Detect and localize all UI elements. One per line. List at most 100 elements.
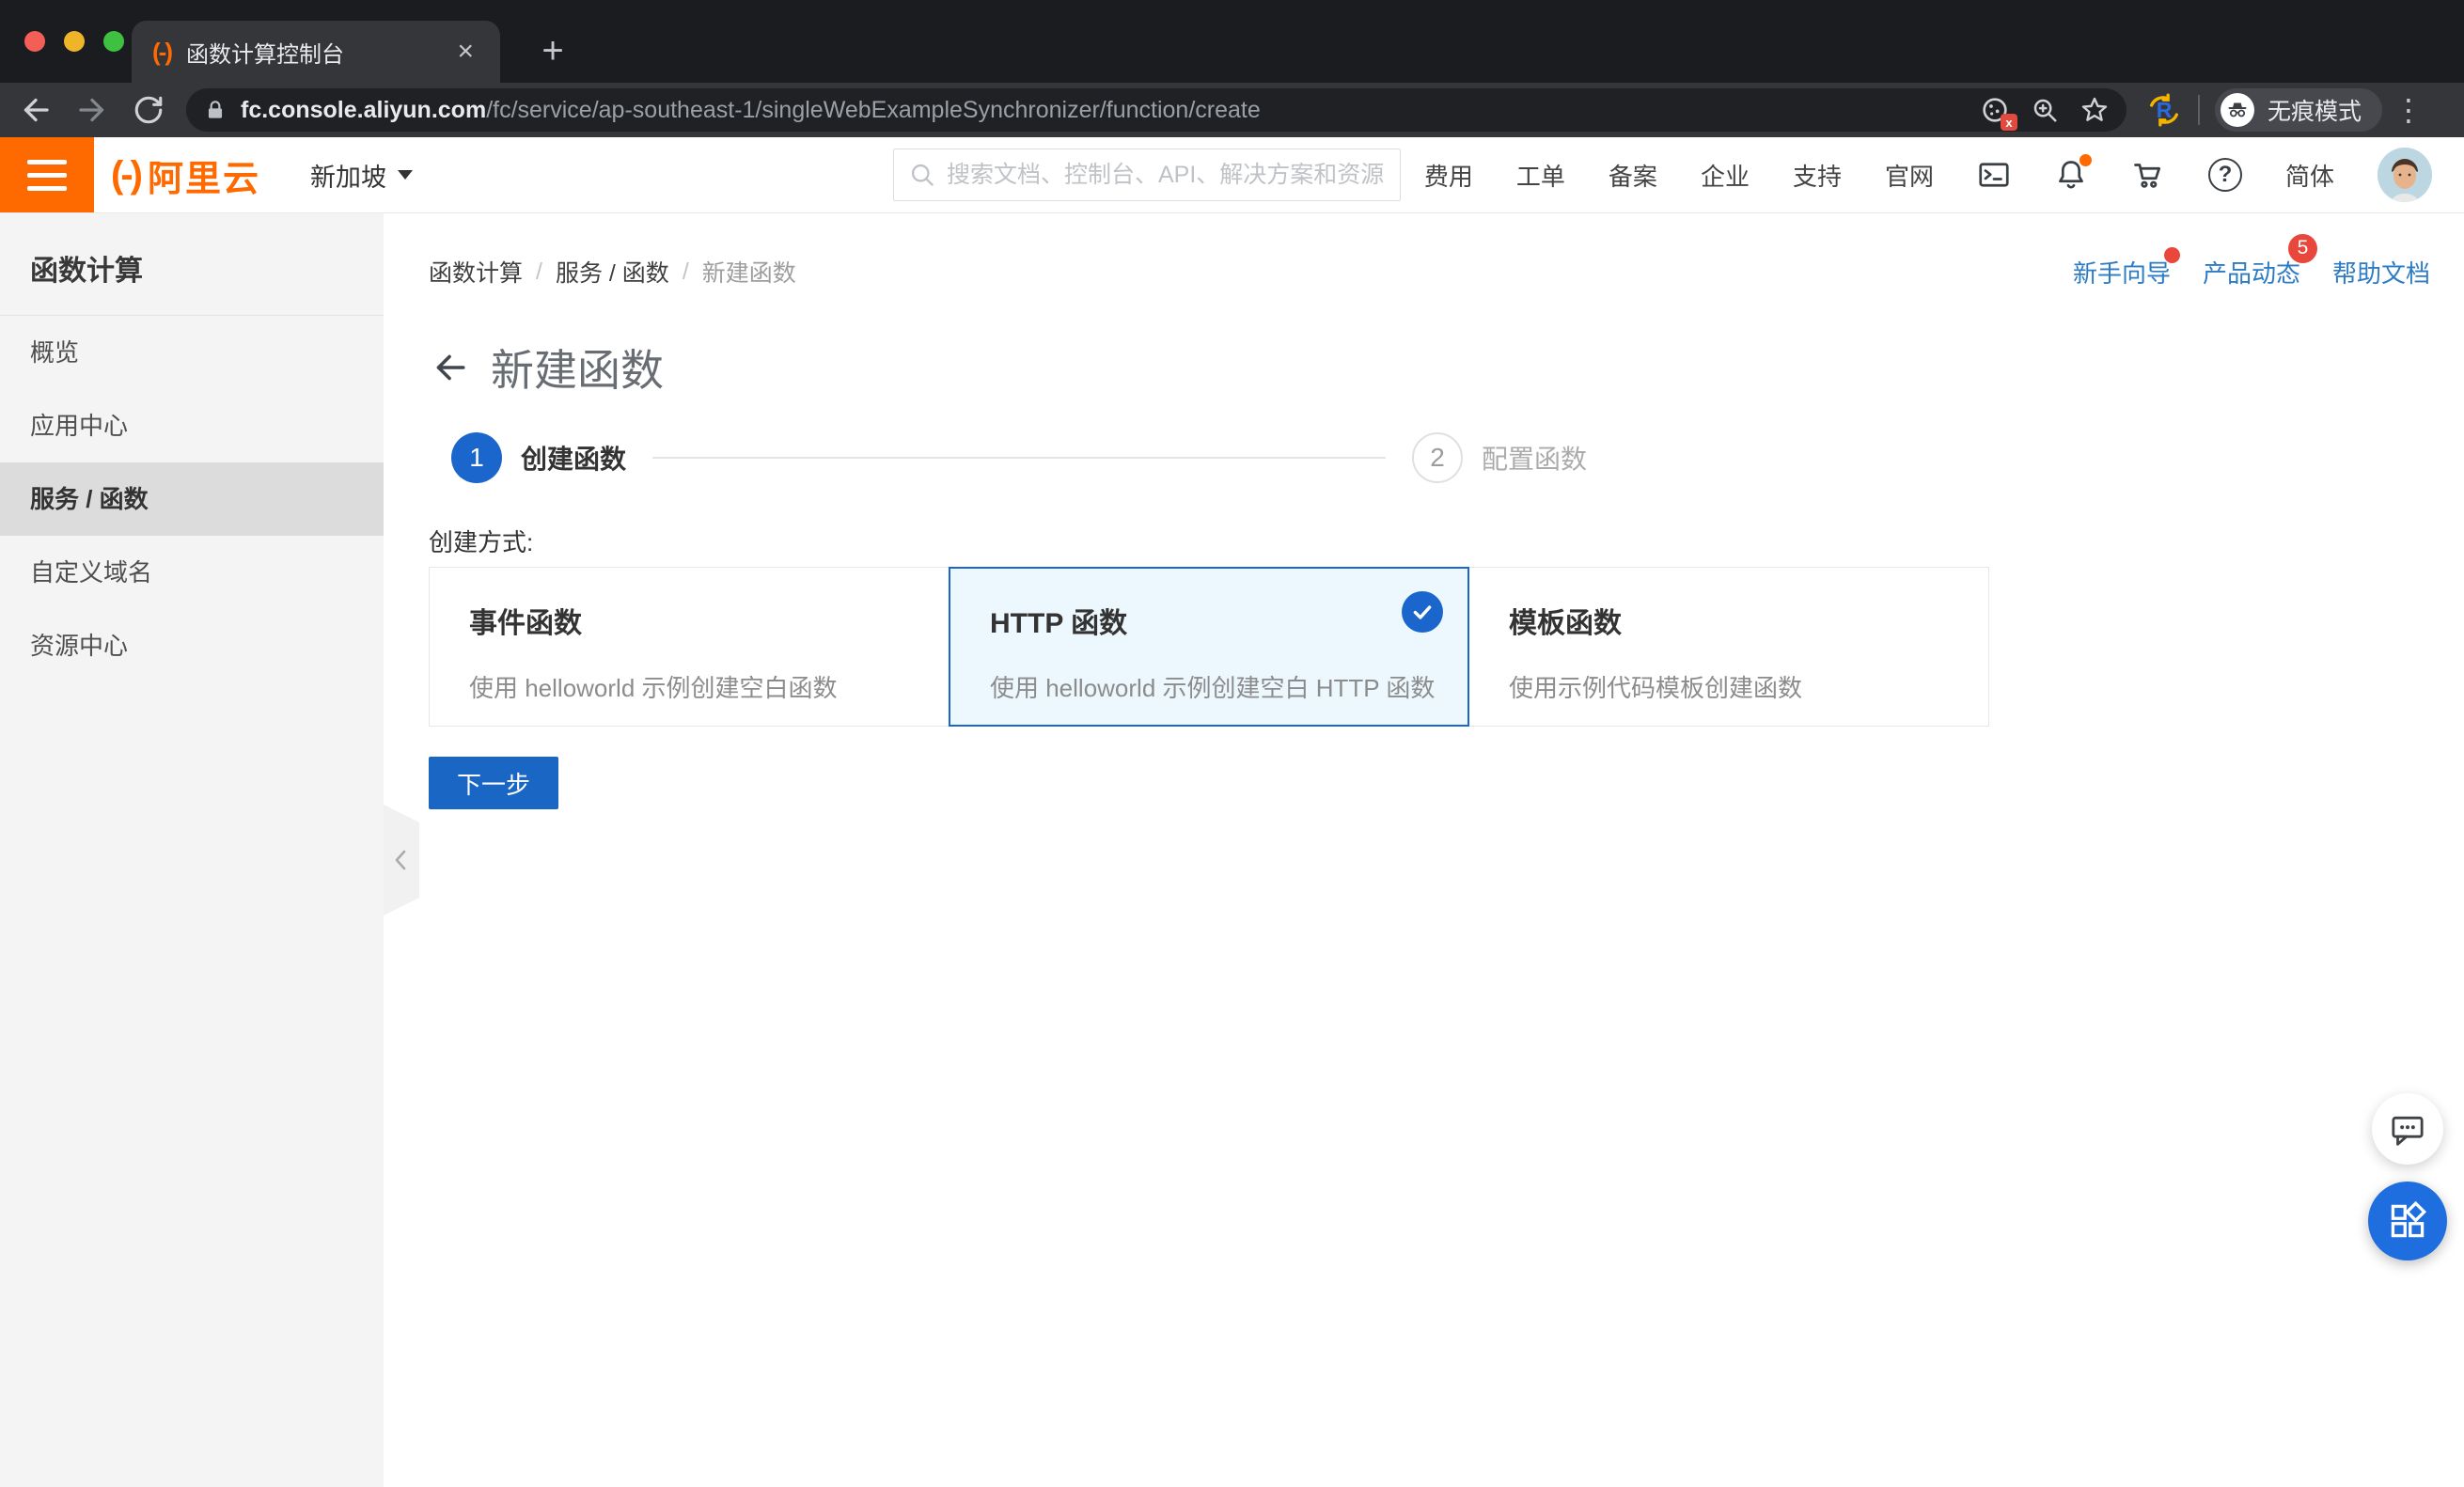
quick-apps-button[interactable] [2368,1182,2447,1260]
bookmark-button[interactable] [2079,95,2110,125]
aliyun-logo[interactable]: (-) 阿里云 [111,137,260,212]
selected-check-icon [1402,591,1443,633]
incognito-label: 无痕模式 [2268,93,2362,127]
chat-bubble-icon [2388,1109,2427,1149]
tab-close-icon[interactable]: × [451,36,479,68]
cloudshell-button[interactable] [1977,158,2011,192]
cookies-blocked-button[interactable]: x [1980,95,2010,125]
sidebar-collapse-handle[interactable] [384,805,419,916]
feedback-chat-button[interactable] [2372,1093,2443,1165]
breadcrumb-separator: / [683,258,689,286]
sidebar-item-overview[interactable]: 概览 [0,316,384,389]
cart-button[interactable] [2131,158,2165,192]
products-menu-button[interactable] [0,137,94,212]
sidebar: 函数计算 概览 应用中心 服务 / 函数 自定义域名 资源中心 [0,213,384,1487]
step-2-label: 配置函数 [1482,439,1587,477]
beginner-guide-link[interactable]: 新手向导 [2073,255,2171,290]
topnav-menu-item[interactable]: 工单 [1516,158,1565,193]
zoom-window-button[interactable] [103,31,124,52]
window-controls[interactable] [24,31,124,52]
card-title: HTTP 函数 [990,600,1467,641]
incognito-badge: 无痕模式 [2215,88,2382,132]
step-1-label: 创建函数 [521,439,626,477]
product-news-link[interactable]: 产品动态5 [2203,255,2300,290]
zoom-page-button[interactable] [2031,96,2059,124]
forward-button[interactable] [71,89,113,131]
new-tab-button[interactable]: + [526,24,579,77]
stepper: 1 创建函数 2 配置函数 [451,432,1587,483]
notifications-button[interactable] [2054,158,2088,192]
step-1-circle: 1 [451,432,502,483]
breadcrumb: 函数计算 / 服务 / 函数 / 新建函数 [429,255,796,289]
card-template-function[interactable]: 模板函数 使用示例代码模板创建函数 [1468,567,1989,727]
chevron-left-icon [389,846,414,874]
card-description: 使用示例代码模板创建函数 [1509,669,1988,704]
sidebar-item-service-function[interactable]: 服务 / 函数 [0,462,384,536]
url-path: /fc/service/ap-southeast-1/singleWebExam… [486,97,1261,123]
breadcrumb-item[interactable]: 函数计算 [429,255,523,289]
sidebar-item-custom-domain[interactable]: 自定义域名 [0,536,384,609]
card-title: 模板函数 [1509,600,1988,641]
card-description: 使用 helloworld 示例创建空白 HTTP 函数 [990,669,1467,704]
toolbar-divider [2198,95,2200,125]
favicon: (-) [152,38,171,67]
sidebar-item-resource-center[interactable]: 资源中心 [0,609,384,682]
url-host: fc.console.aliyun.com [241,97,486,123]
global-search[interactable] [893,149,1401,201]
terminal-icon [1977,158,2011,192]
tab-title: 函数计算控制台 [186,36,451,69]
sidebar-item-app-center[interactable]: 应用中心 [0,389,384,462]
back-icon [19,93,53,127]
browser-menu-button[interactable]: ⋮ [2393,92,2424,128]
star-icon [2079,95,2110,125]
language-switcher[interactable]: 简体 [2285,158,2334,193]
back-button[interactable] [15,89,56,131]
extension-letter: R [2157,98,2173,123]
news-count-badge: 5 [2288,234,2317,263]
search-icon [909,162,935,188]
card-title: 事件函数 [469,600,949,641]
browser-tab[interactable]: (-) 函数计算控制台 × [132,21,500,83]
help-icon: ? [2208,158,2242,192]
guide-notification-dot [2164,247,2180,263]
lock-icon [203,98,228,122]
create-mode-label: 创建方式: [429,524,533,558]
breadcrumb-item-current: 新建函数 [702,255,796,289]
back-arrow-button[interactable] [429,348,468,387]
app-grid-icon [2387,1200,2428,1242]
browser-tab-strip: (-) 函数计算控制台 × + [0,0,2464,83]
topnav-menu-item[interactable]: 官网 [1885,158,1934,193]
breadcrumb-separator: / [536,258,542,286]
topnav-menu-item[interactable]: 费用 [1424,158,1473,193]
topnav-menu-item[interactable]: 企业 [1701,158,1750,193]
minimize-window-button[interactable] [64,31,85,52]
notification-dot [2079,154,2092,166]
close-window-button[interactable] [24,31,45,52]
search-input[interactable] [947,162,1385,189]
card-http-function[interactable]: HTTP 函数 使用 helloworld 示例创建空白 HTTP 函数 [949,567,1469,727]
topnav-menu-item[interactable]: 支持 [1793,158,1842,193]
console-top-nav: (-) 阿里云 新加坡 费用 工单 备案 企业 支持 官网 [0,137,2464,212]
card-description: 使用 helloworld 示例创建空白函数 [469,669,949,704]
breadcrumb-item[interactable]: 服务 / 函数 [556,255,669,289]
stepper-connector [652,457,1386,459]
chevron-down-icon [398,170,413,180]
extension-button[interactable]: R [2145,91,2183,129]
incognito-icon [2221,93,2254,127]
avatar-face [2378,148,2432,202]
card-event-function[interactable]: 事件函数 使用 helloworld 示例创建空白函数 [429,567,950,727]
reload-button[interactable] [128,89,169,131]
topnav-menu-item[interactable]: 备案 [1609,158,1657,193]
sidebar-title: 函数计算 [0,213,384,315]
region-label: 新加坡 [310,157,386,194]
next-step-button[interactable]: 下一步 [429,757,558,809]
reload-icon [133,94,165,126]
forward-icon [75,93,109,127]
browser-toolbar: fc.console.aliyun.com/fc/service/ap-sout… [0,83,2464,137]
region-selector[interactable]: 新加坡 [310,137,413,212]
step-2-circle: 2 [1412,432,1463,483]
help-docs-link[interactable]: 帮助文档 [2332,255,2430,290]
avatar[interactable] [2378,148,2432,202]
help-button[interactable]: ? [2208,158,2242,192]
address-bar[interactable]: fc.console.aliyun.com/fc/service/ap-sout… [186,88,2127,132]
